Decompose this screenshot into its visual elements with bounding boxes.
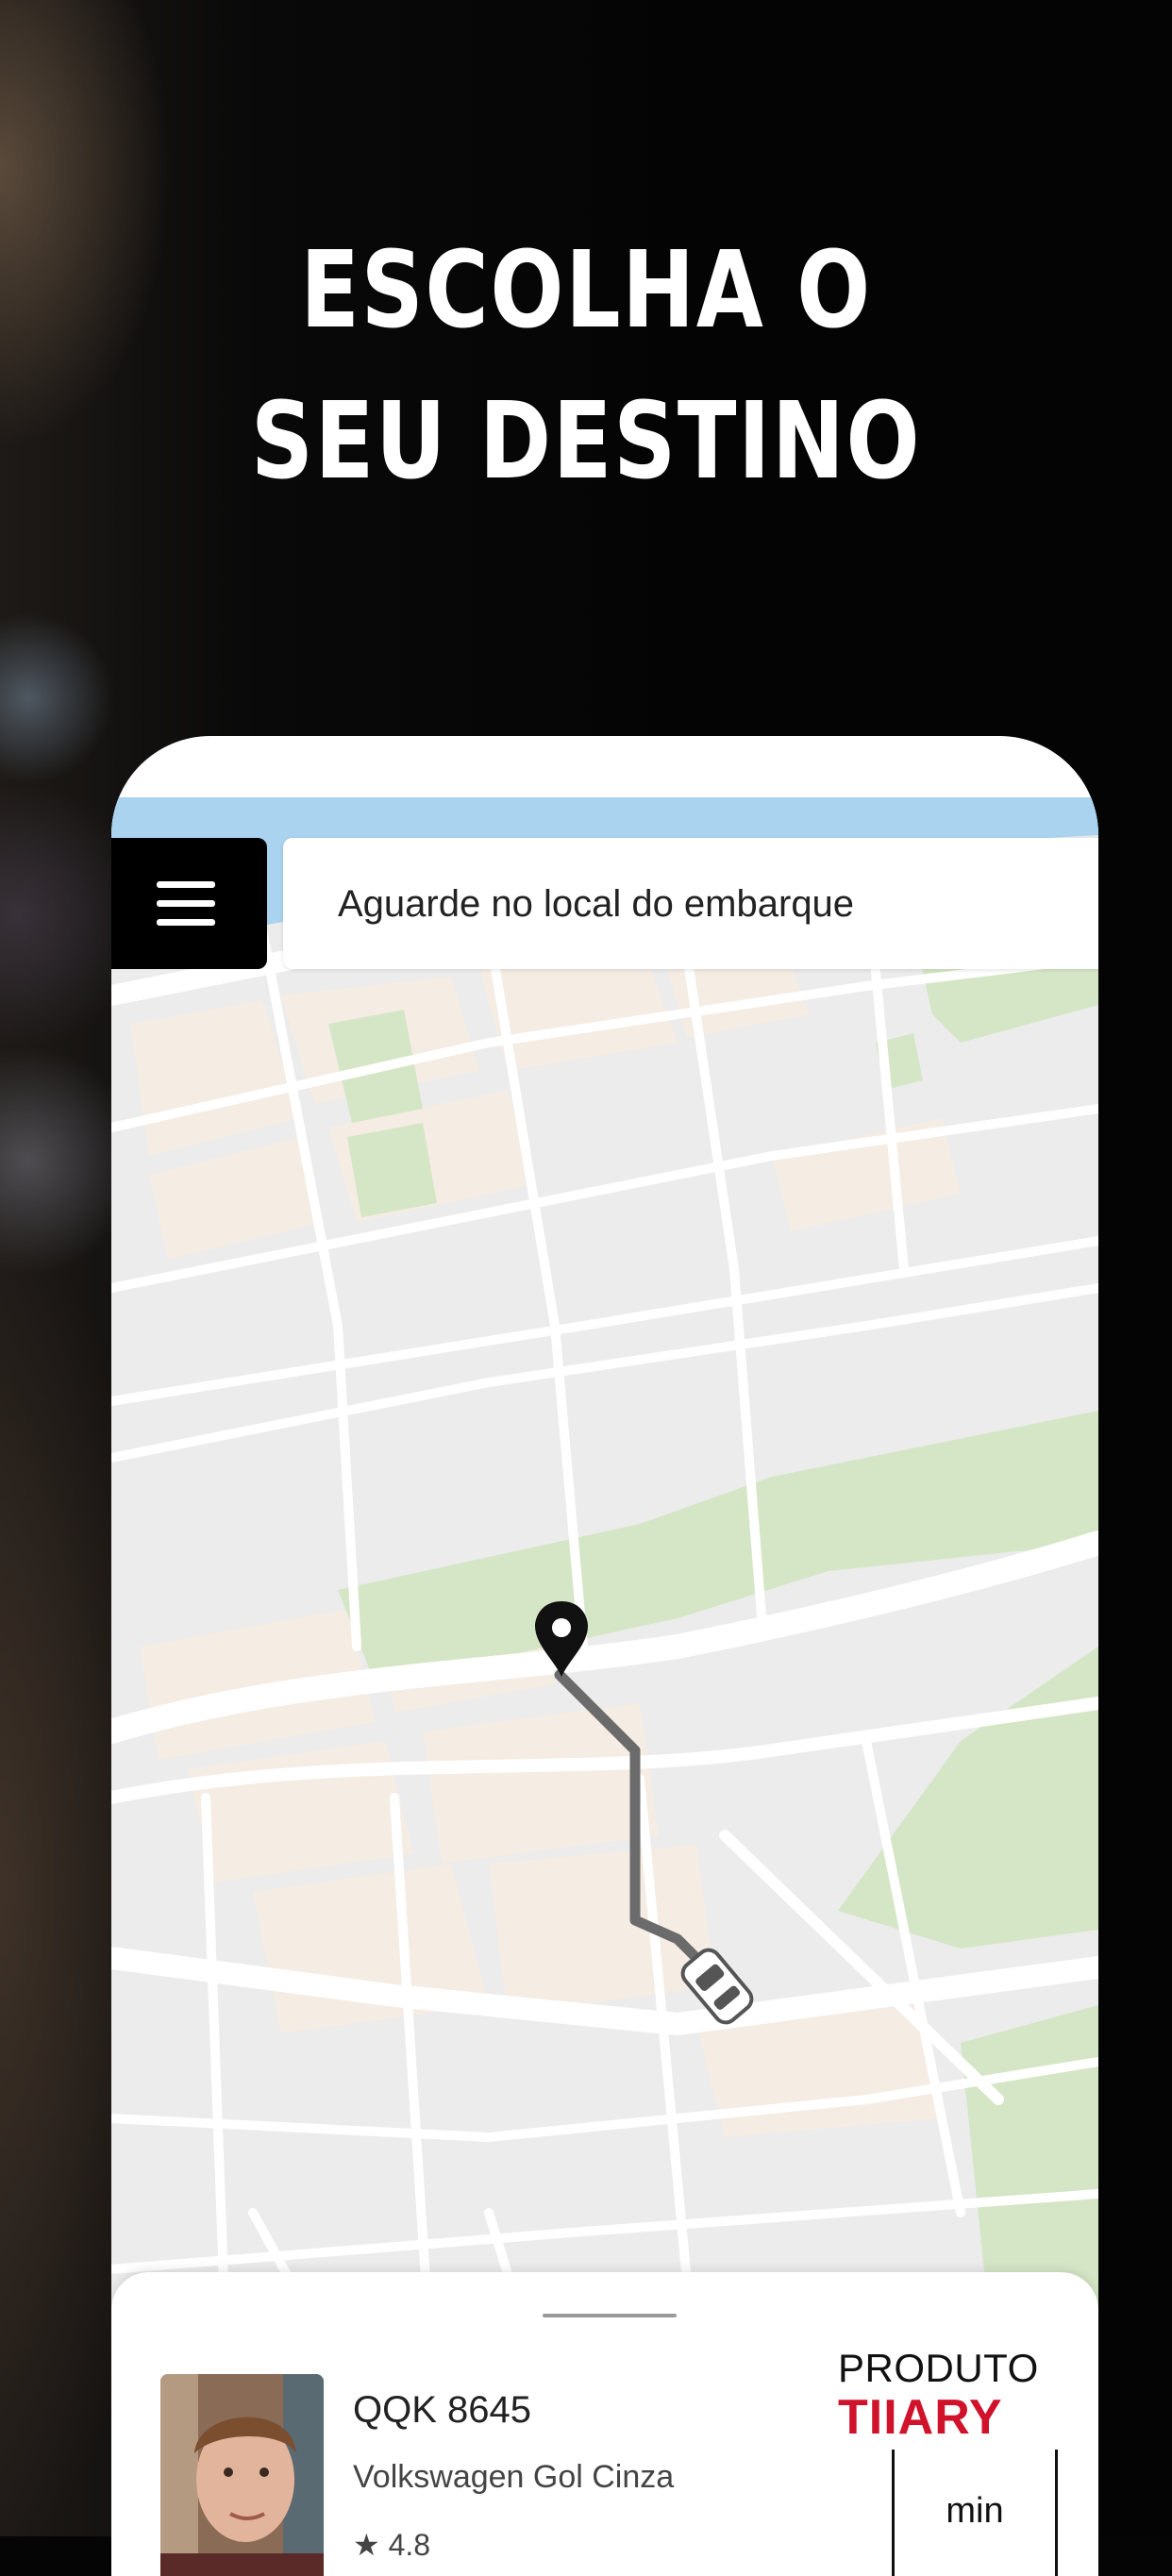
driver-avatar [160,2374,324,2576]
headline-line-2: SEU DESTINO [250,380,922,503]
headline-line-1: ESCOLHA O [300,229,872,352]
hamburger-menu-icon [157,881,215,888]
vehicle-plate: QQK 8645 [353,2389,532,2431]
eta-box: min [892,2450,1058,2576]
menu-button[interactable] [111,838,267,969]
rating-value: 4.8 [388,2528,431,2562]
star-icon: ★ [353,2528,380,2562]
driver-rating: ★ 4.8 [353,2527,430,2563]
driver-bottom-sheet[interactable]: QQK 8645 Volkswagen Gol Cinza ★ 4.8 PROD… [111,2272,1098,2576]
brand-label: PRODUTO [838,2346,1039,2390]
status-message: Aguarde no local do embarque [338,883,855,925]
sheet-drag-handle[interactable] [543,2314,677,2317]
brand-logo: TIIARY [838,2390,1003,2445]
eta-unit: min [946,2491,1004,2531]
status-banner: Aguarde no local do embarque [283,838,1098,969]
phone-frame: Aguarde no local do embarque QQK 8645 Vo… [111,736,1098,2576]
vehicle-model: Volkswagen Gol Cinza [353,2459,675,2495]
